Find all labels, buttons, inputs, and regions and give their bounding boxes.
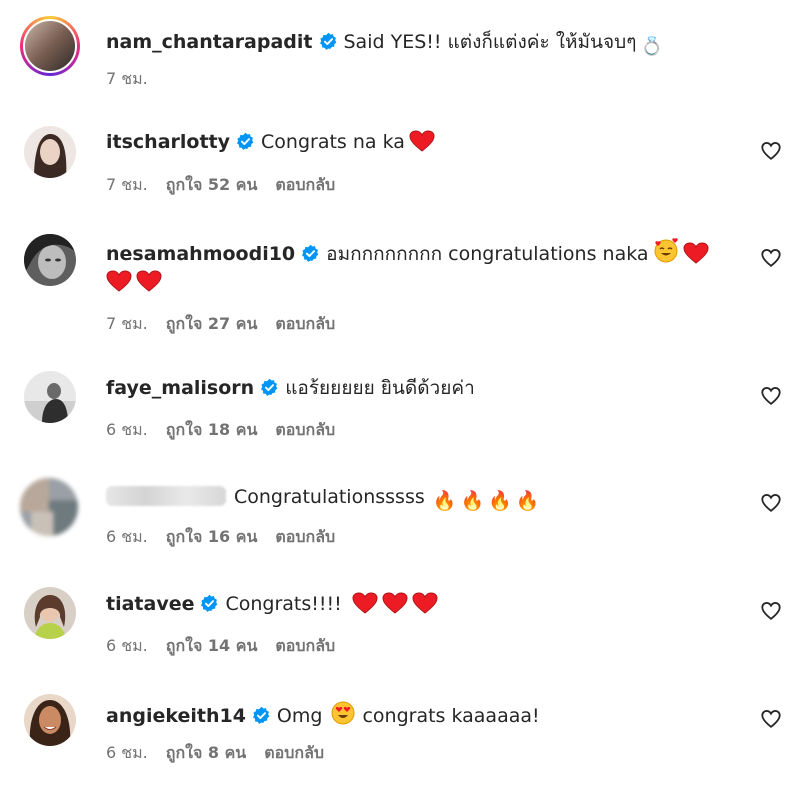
timestamp[interactable]: 7 ชม. <box>106 314 148 333</box>
avatar[interactable] <box>20 16 80 76</box>
verified-icon <box>252 706 270 724</box>
avatar[interactable] <box>24 126 76 178</box>
username[interactable]: angiekeith14 <box>106 705 246 727</box>
comment-text-2: congrats kaaaaaa! <box>362 705 540 727</box>
heart-icon[interactable] <box>760 492 782 514</box>
reply-button[interactable]: ตอบกลับ <box>275 314 335 333</box>
red-heart-icon <box>352 592 378 614</box>
heart-eyes-face-icon <box>331 701 355 725</box>
comment-text: Congrats!!!! <box>225 593 342 615</box>
comment-text: Congratulationsssss <box>234 486 425 508</box>
blurred-username[interactable] <box>106 486 226 506</box>
fire-icon: 🔥 <box>515 490 540 512</box>
verified-icon <box>261 378 278 396</box>
avatar[interactable] <box>24 371 76 423</box>
verified-icon <box>201 594 218 612</box>
heart-icon[interactable] <box>760 140 782 162</box>
username[interactable]: itscharlotty <box>106 131 230 153</box>
username[interactable]: nam_chantarapadit <box>106 31 313 53</box>
timestamp[interactable]: 7 ชม. <box>106 175 148 194</box>
red-heart-icon <box>106 270 132 292</box>
comment-text: Congrats na ka <box>261 131 405 153</box>
username[interactable]: tiatavee <box>106 593 194 615</box>
timestamp[interactable]: 7 ชม. <box>106 69 148 88</box>
reply-button[interactable]: ตอบกลับ <box>275 175 335 194</box>
fire-icon: 🔥 <box>432 490 457 512</box>
comment-text: Said YES!! แต่งก็แต่งค่ะ ให้มันจบๆ <box>343 31 637 53</box>
verified-icon <box>319 32 336 50</box>
timestamp[interactable]: 6 ชม. <box>106 420 148 439</box>
verified-icon <box>302 244 319 262</box>
fire-icon: 🔥 <box>488 490 512 512</box>
username[interactable]: faye_malisorn <box>106 377 254 399</box>
like-count[interactable]: ถูกใจ 16 คน <box>166 527 258 546</box>
verified-icon <box>237 132 254 150</box>
timestamp[interactable]: 6 ชม. <box>106 636 148 655</box>
reply-button[interactable]: ตอบกลับ <box>275 420 335 439</box>
avatar[interactable] <box>24 587 76 639</box>
like-count[interactable]: ถูกใจ 18 คน <box>166 420 258 439</box>
red-heart-icon <box>683 242 709 264</box>
timestamp[interactable]: 6 ชม. <box>106 743 148 762</box>
heart-icon[interactable] <box>760 385 782 407</box>
ring-icon: 💍 <box>640 36 663 57</box>
comment-text: Omg <box>276 705 323 727</box>
red-heart-icon <box>136 270 162 292</box>
timestamp[interactable]: 6 ชม. <box>106 527 148 546</box>
comment-text: แอร้ยยยยย ยินดีด้วยค่า <box>285 377 475 399</box>
red-heart-icon <box>382 592 408 614</box>
reply-button[interactable]: ตอบกลับ <box>275 527 335 546</box>
like-count[interactable]: ถูกใจ 8 คน <box>166 743 246 762</box>
heart-icon[interactable] <box>760 708 782 730</box>
comment-text: อมกกกกกกกก congratulations naka <box>326 243 649 265</box>
like-count[interactable]: ถูกใจ 27 คน <box>166 314 258 333</box>
avatar[interactable] <box>24 694 76 746</box>
reply-button[interactable]: ตอบกลับ <box>275 636 335 655</box>
reply-button[interactable]: ตอบกลับ <box>264 743 324 762</box>
fire-icon: 🔥 <box>460 490 485 512</box>
red-heart-icon <box>412 592 438 614</box>
red-heart-icon <box>409 130 435 152</box>
like-count[interactable]: ถูกใจ 14 คน <box>166 636 258 655</box>
avatar[interactable] <box>20 478 78 536</box>
username[interactable]: nesamahmoodi10 <box>106 243 295 265</box>
heart-icon[interactable] <box>760 247 782 269</box>
smiling-face-with-hearts-icon <box>654 238 678 263</box>
heart-icon[interactable] <box>760 600 782 622</box>
like-count[interactable]: ถูกใจ 52 คน <box>166 175 258 194</box>
avatar[interactable] <box>24 234 76 286</box>
